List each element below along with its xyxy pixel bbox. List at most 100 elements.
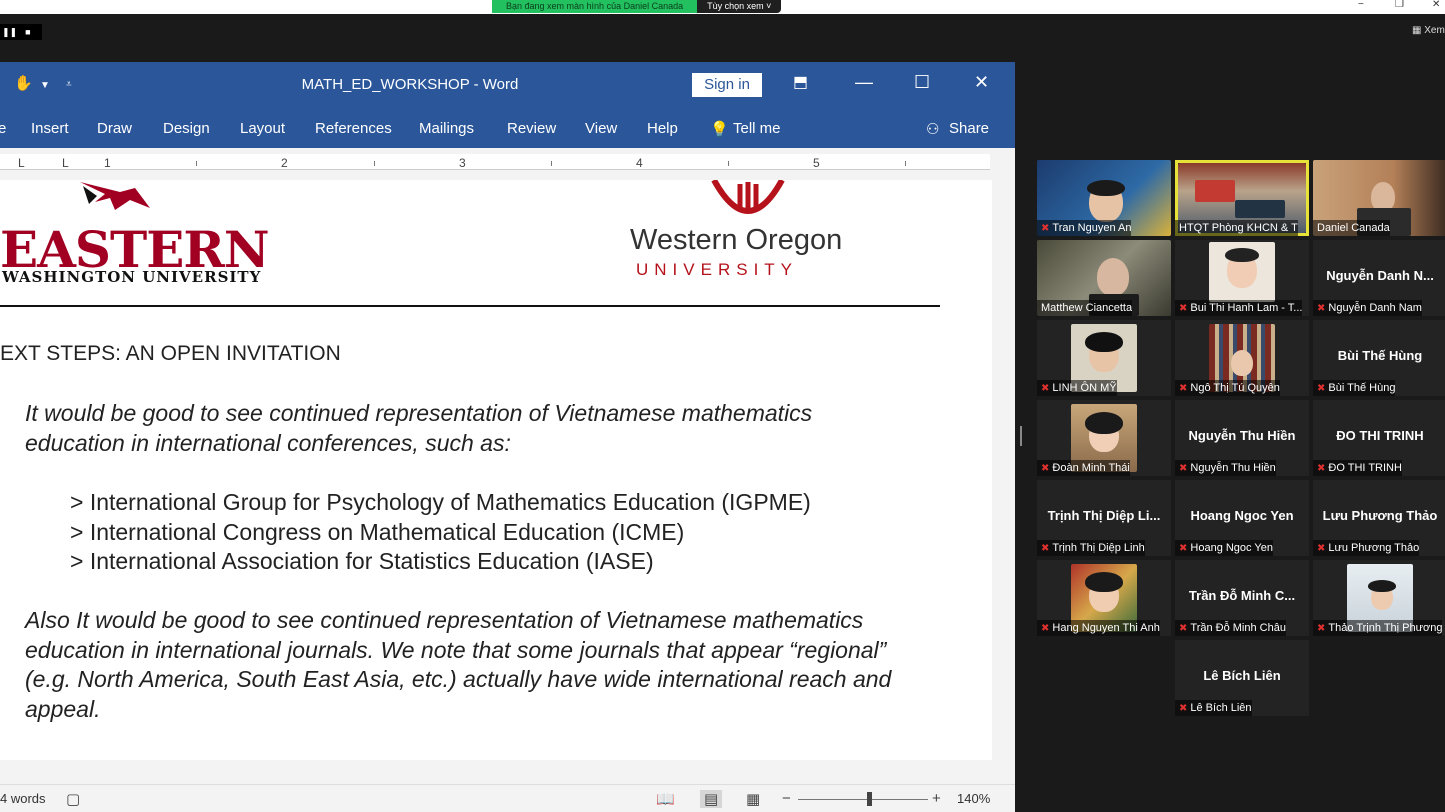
grid-icon: ▦ (1412, 25, 1422, 36)
close-icon[interactable]: ✕ (1432, 0, 1440, 10)
tab-layout[interactable]: Layout (240, 120, 285, 137)
zoom-out-button[interactable]: − (782, 790, 791, 807)
ruler-number: 2 (281, 156, 288, 170)
tab-view[interactable]: View (585, 120, 617, 137)
tab-review[interactable]: Review (507, 120, 556, 137)
participant-tile[interactable]: Hoang Ngoc Yen ✖ Hoang Ngoc Yen (1175, 480, 1309, 556)
participant-tile[interactable]: ✖ Ngô Thị Tú Quyên (1175, 320, 1309, 396)
tab-stop-marker[interactable]: L (62, 156, 69, 170)
print-layout-icon[interactable]: ▤ (700, 790, 723, 808)
zoom-slider[interactable] (798, 799, 928, 800)
participant-tile[interactable]: ✖ Bui Thi Hanh Lam - T... (1175, 240, 1309, 316)
participant-name: ✖ Lê Bích Liên (1175, 700, 1252, 716)
tab-references[interactable]: References (315, 120, 392, 137)
tab-stop-marker[interactable]: L (18, 156, 25, 170)
ewu-logo-subtitle: WASHINGTON UNIVERSITY (2, 268, 262, 286)
sign-in-button[interactable]: Sign in (692, 73, 762, 97)
participant-tile[interactable]: Nguyễn Thu Hiền ✖ Nguyễn Thu Hiền (1175, 400, 1309, 476)
word-count[interactable]: 4 words (0, 791, 46, 806)
participant-tile[interactable]: Daniel Canada (1313, 160, 1445, 236)
participant-name: ✖ Ngô Thị Tú Quyên (1175, 380, 1280, 396)
participant-name: ✖ Lưu Phương Thảo (1313, 540, 1420, 556)
section-heading: EXT STEPS: AN OPEN INVITATION (0, 342, 341, 365)
ruler-number: 5 (813, 156, 820, 170)
zoom-slider-thumb[interactable] (867, 792, 872, 806)
horizontal-ruler[interactable]: L L 1 2 3 4 5 (0, 148, 1000, 180)
ruler-tick (728, 161, 729, 166)
document-page[interactable]: EASTERN WASHINGTON UNIVERSITY Western Or… (0, 180, 992, 760)
tab-draw[interactable]: Draw (97, 120, 132, 137)
ruler-number: 4 (636, 156, 643, 170)
splitter[interactable] (1015, 62, 1037, 812)
muted-mic-icon: ✖ (1041, 623, 1050, 634)
word-maximize-icon[interactable]: ☐ (914, 72, 930, 93)
word-window: ✋ ▼ ⩡ MATH_ED_WORKSHOP - Word Sign in ⬒ … (0, 62, 1015, 812)
view-button-label: Xem (1424, 25, 1445, 36)
word-close-icon[interactable]: ✕ (974, 72, 989, 93)
word-title-bar: ✋ ▼ ⩡ MATH_ED_WORKSHOP - Word Sign in ⬒ … (0, 62, 1015, 108)
read-mode-icon[interactable]: 📖 (656, 790, 675, 808)
muted-mic-icon: ✖ (1041, 383, 1050, 394)
screen-share-banner: Bạn đang xem màn hình của Daniel Canada … (492, 0, 782, 13)
participant-tile[interactable]: ĐO THI TRINH ✖ ĐO THI TRINH (1313, 400, 1445, 476)
paragraph-line: (e.g. North America, South East Asia, et… (25, 666, 892, 692)
status-bar: 4 words ▢ 📖 ▤ ▦ − + 140% (0, 784, 1015, 812)
participant-name: ✖ Nguyễn Danh Nam (1313, 300, 1422, 316)
paragraph-line: education in international conferences, … (25, 430, 511, 456)
participant-tile[interactable]: ✖ Thảo Trịnh Thị Phương (1313, 560, 1445, 636)
participant-tile[interactable]: ✖ LINH ÔN MỸ (1037, 320, 1171, 396)
paragraph-line: education in international journals. We … (25, 637, 887, 663)
ruler-number: 3 (459, 156, 466, 170)
participant-display-name: ĐO THI TRINH (1336, 428, 1424, 443)
participant-name: ✖ Hang Nguyen Thi Anh (1037, 620, 1160, 636)
tab-insert[interactable]: Insert (31, 120, 69, 137)
wou-logo-subtitle: UNIVERSITY (636, 260, 799, 279)
zoom-top-bar: Bạn đang xem màn hình của Daniel Canada … (0, 0, 1445, 14)
participant-tile[interactable]: ✖ Hang Nguyen Thi Anh (1037, 560, 1171, 636)
participant-tile[interactable]: Nguyễn Danh N... ✖ Nguyễn Danh Nam (1313, 240, 1445, 316)
wou-logo-text: Western Oregon (630, 224, 843, 256)
horizontal-rule (0, 305, 940, 307)
view-options-button[interactable]: Tùy chọn xem ˅ (697, 0, 782, 13)
participant-tile[interactable]: Trần Đỗ Minh C... ✖ Trần Đỗ Minh Châu (1175, 560, 1309, 636)
participant-name: ✖ Đoàn Minh Thái (1037, 460, 1130, 476)
lightbulb-icon: 💡 (710, 121, 729, 138)
muted-mic-icon: ✖ (1317, 623, 1326, 634)
participant-display-name: Nguyễn Danh N... (1326, 268, 1434, 283)
zoom-level[interactable]: 140% (957, 791, 990, 806)
splitter-handle[interactable] (1020, 426, 1022, 446)
participant-tile-active[interactable]: HTQT Phòng KHCN & T (1175, 160, 1309, 236)
tab-home[interactable]: e (0, 120, 6, 137)
participant-name: ✖ LINH ÔN MỸ (1037, 380, 1117, 396)
participant-tile[interactable]: Lê Bích Liên ✖ Lê Bích Liên (1175, 640, 1309, 716)
ribbon-display-icon[interactable]: ⬒ (793, 72, 808, 92)
pause-icon[interactable]: ❚❚ (2, 27, 17, 38)
participant-tile[interactable]: Bùi Thế Hùng ✖ Bùi Thế Hùng (1313, 320, 1445, 396)
participant-display-name: Bùi Thế Hùng (1337, 348, 1423, 363)
minimize-icon[interactable]: − (1358, 0, 1364, 10)
participant-tile[interactable]: ✖ Tran Nguyen An (1037, 160, 1171, 236)
participant-name: ✖ Bui Thi Hanh Lam - T... (1175, 300, 1303, 316)
stop-icon[interactable]: ■ (25, 27, 30, 37)
proofing-icon[interactable]: ▢ (66, 790, 80, 808)
restore-icon[interactable]: ❐ (1395, 0, 1404, 10)
ribbon-tabs: e Insert Draw Design Layout References M… (0, 108, 1015, 148)
tell-me-search[interactable]: Tell me (733, 120, 781, 137)
web-layout-icon[interactable]: ▦ (746, 790, 760, 808)
participant-tile[interactable]: Matthew Ciancetta (1037, 240, 1171, 316)
share-controls[interactable]: ❚❚ ■ (0, 24, 42, 40)
gallery-view-button[interactable]: ▦ Xem (1412, 25, 1445, 36)
participant-display-name: Hoang Ngoc Yen (1190, 508, 1294, 523)
zoom-in-button[interactable]: + (932, 790, 941, 807)
share-button[interactable]: Share (949, 120, 989, 137)
participant-tile[interactable]: ✖ Đoàn Minh Thái (1037, 400, 1171, 476)
word-minimize-icon[interactable]: — (855, 72, 873, 93)
tab-design[interactable]: Design (163, 120, 210, 137)
muted-mic-icon: ✖ (1041, 463, 1050, 474)
participant-name: ✖ Thảo Trịnh Thị Phương (1313, 620, 1443, 636)
tab-help[interactable]: Help (647, 120, 678, 137)
participant-tile[interactable]: Trịnh Thị Diệp Li... ✖ Trịnh Thị Diệp Lin… (1037, 480, 1171, 556)
tab-mailings[interactable]: Mailings (419, 120, 474, 137)
paragraph-line: appeal. (25, 696, 101, 722)
participant-tile[interactable]: Lưu Phương Thảo ✖ Lưu Phương Thảo (1313, 480, 1445, 556)
